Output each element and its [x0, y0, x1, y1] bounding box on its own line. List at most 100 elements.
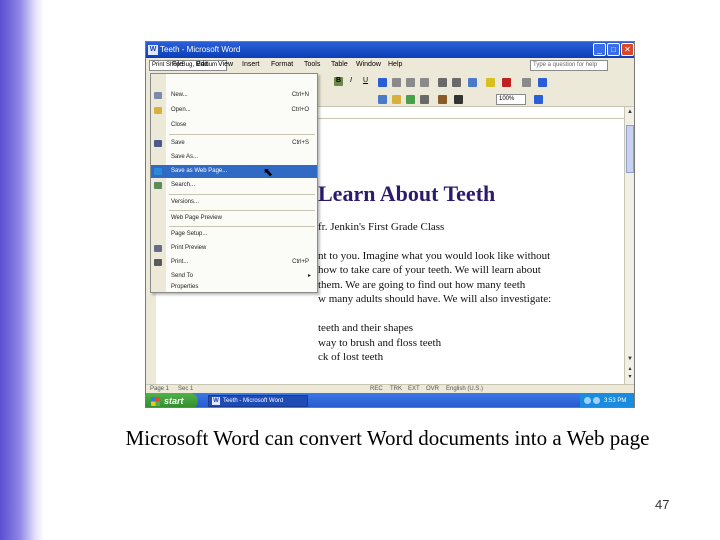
- document-page[interactable]: Learn About Teeth fr. Jenkin's First Gra…: [318, 119, 624, 384]
- menu-format[interactable]: Format: [271, 61, 293, 68]
- font-color-icon[interactable]: [502, 78, 511, 87]
- document-line: teeth and their shapes: [318, 322, 413, 334]
- help-icon[interactable]: [534, 95, 543, 104]
- menu-item-label: Print Preview: [171, 245, 207, 251]
- word-app-icon: W: [212, 397, 220, 405]
- menu-item-properties[interactable]: Properties: [151, 281, 317, 294]
- document-line: nt to you. Imagine what you would look l…: [318, 250, 551, 262]
- drawing-icon[interactable]: [420, 95, 429, 104]
- start-label: start: [164, 396, 184, 406]
- prev-page-icon[interactable]: ▴: [626, 365, 634, 373]
- columns-icon[interactable]: [406, 95, 415, 104]
- italic-button[interactable]: I: [350, 77, 352, 84]
- menu-item-print-preview[interactable]: Print Preview: [151, 242, 317, 255]
- font-color-a-icon[interactable]: [538, 78, 547, 87]
- system-tray: 3:53 PM: [580, 393, 634, 407]
- document-line: way to brush and floss teeth: [318, 337, 442, 349]
- menu-table[interactable]: Table: [331, 61, 348, 68]
- windows-logo-icon: [151, 397, 160, 406]
- menu-file[interactable]: File: [172, 61, 183, 68]
- menu-separator: [169, 226, 315, 227]
- status-trk[interactable]: TRK: [390, 386, 402, 392]
- minimize-button[interactable]: _: [593, 43, 606, 56]
- menu-item-label: Save As...: [171, 154, 199, 160]
- printer-icon: [154, 259, 162, 266]
- scroll-up-icon[interactable]: ▲: [626, 108, 634, 116]
- menu-window[interactable]: Window: [356, 61, 381, 68]
- underline-button[interactable]: U: [363, 77, 368, 84]
- slide-caption: Microsoft Word can convert Word document…: [125, 426, 650, 450]
- menu-item-save[interactable]: Save Ctrl+S: [151, 137, 317, 150]
- menu-item-web-page-preview[interactable]: Web Page Preview: [151, 212, 317, 225]
- menu-item-close[interactable]: Close: [151, 119, 317, 132]
- menu-item-label: Properties: [171, 284, 199, 290]
- document-line: them. We are going to find out how many …: [318, 279, 526, 291]
- table-icon[interactable]: [378, 95, 387, 104]
- bold-button[interactable]: B: [336, 77, 341, 84]
- status-rec[interactable]: REC: [370, 386, 383, 392]
- border-icon[interactable]: [522, 78, 531, 87]
- align-left-icon[interactable]: [378, 78, 387, 87]
- menu-item-label: Print...: [171, 259, 189, 265]
- vertical-scrollbar[interactable]: ▲ ▼ ▴ ▾: [624, 107, 634, 384]
- font-name-box[interactable]: Print Shop Bug, Medium: [149, 60, 227, 71]
- menu-item-page-setup[interactable]: Page Setup...: [151, 228, 317, 241]
- menu-edit[interactable]: Edit: [196, 61, 208, 68]
- taskbar-item-word[interactable]: W Teeth - Microsoft Word: [208, 395, 308, 407]
- status-ext[interactable]: EXT: [408, 386, 420, 392]
- menu-item-search[interactable]: Search...: [151, 179, 317, 192]
- menu-item-shortcut: Ctrl+P: [292, 259, 309, 265]
- next-page-icon[interactable]: ▾: [626, 373, 634, 381]
- status-ovr[interactable]: OVR: [426, 386, 439, 392]
- help-search-input[interactable]: Type a question for help: [530, 60, 608, 71]
- menu-item-label: Open...: [171, 107, 191, 113]
- slide-page-number: 47: [655, 497, 670, 512]
- menu-item-shortcut: Ctrl+S: [292, 140, 309, 146]
- window-titlebar: W Teeth - Microsoft Word _ □ ✕: [146, 42, 634, 58]
- zoom-select[interactable]: 100%: [496, 94, 526, 105]
- windows-taskbar: start W Teeth - Microsoft Word 3:53 PM: [146, 393, 634, 407]
- menu-help[interactable]: Help: [388, 61, 402, 68]
- document-map-icon[interactable]: [438, 95, 447, 104]
- mouse-pointer-icon: ⬉: [263, 165, 274, 179]
- align-right-icon[interactable]: [406, 78, 415, 87]
- horizontal-ruler[interactable]: [318, 107, 624, 119]
- menu-view[interactable]: View: [218, 61, 233, 68]
- menu-item-shortcut: Ctrl+N: [291, 92, 309, 98]
- menu-item-save-as-web-page[interactable]: Save as Web Page...: [151, 165, 317, 178]
- menu-item-versions[interactable]: Versions...: [151, 196, 317, 209]
- slide-side-bar: [0, 0, 44, 540]
- paragraph-mark-icon[interactable]: [454, 95, 463, 104]
- indent-icon[interactable]: [468, 78, 477, 87]
- menu-separator: [169, 134, 315, 135]
- window-title: Teeth - Microsoft Word: [160, 45, 241, 54]
- justify-icon[interactable]: [420, 78, 429, 87]
- menu-item-new[interactable]: New... Ctrl+N: [151, 89, 317, 102]
- scroll-thumb[interactable]: [626, 125, 634, 173]
- menu-item-label: Web Page Preview: [171, 215, 222, 221]
- maximize-button[interactable]: □: [607, 43, 620, 56]
- network-icon[interactable]: [584, 397, 591, 404]
- scroll-down-icon[interactable]: ▼: [626, 355, 634, 363]
- new-document-icon: [154, 92, 162, 99]
- menu-item-label: Search...: [171, 182, 196, 188]
- start-button[interactable]: start: [146, 393, 198, 407]
- excel-icon[interactable]: [392, 95, 401, 104]
- close-button[interactable]: ✕: [621, 43, 634, 56]
- volume-icon[interactable]: [593, 397, 600, 404]
- menu-item-open[interactable]: Open... Ctrl+O: [151, 104, 317, 117]
- menu-tools[interactable]: Tools: [304, 61, 320, 68]
- status-bar: Page 1 Sec 1 REC TRK EXT OVR English (U.…: [146, 384, 634, 393]
- align-center-icon[interactable]: [392, 78, 401, 87]
- menu-insert[interactable]: Insert: [242, 61, 260, 68]
- menu-item-print[interactable]: Print... Ctrl+P: [151, 256, 317, 269]
- bullets-icon[interactable]: [452, 78, 461, 87]
- menu-item-label: Save as Web Page...: [171, 168, 228, 174]
- search-icon: [154, 182, 162, 189]
- menu-item-save-as[interactable]: Save As...: [151, 151, 317, 164]
- file-menu-dropdown: New... Ctrl+N Open... Ctrl+O Close Save …: [150, 73, 318, 293]
- menu-separator: [169, 194, 315, 195]
- numbering-icon[interactable]: [438, 78, 447, 87]
- highlight-icon[interactable]: [486, 78, 495, 87]
- word-app-icon: W: [148, 45, 158, 55]
